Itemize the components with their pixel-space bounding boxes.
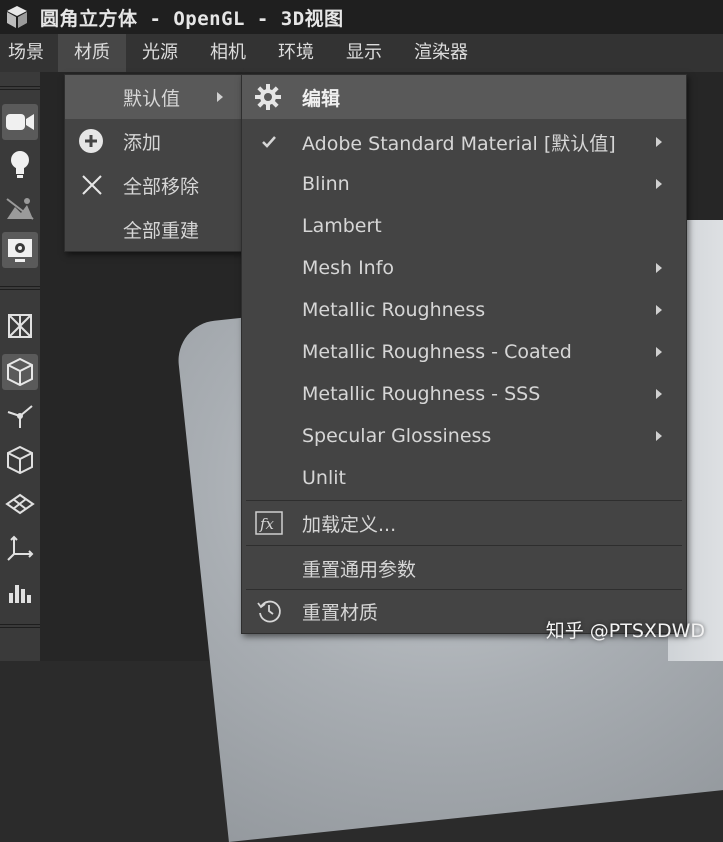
layers-icon[interactable]	[2, 486, 38, 522]
menu-item-blinn[interactable]: Blinn	[242, 163, 686, 205]
mesh-cube-icon[interactable]	[2, 442, 38, 478]
submenu-arrow-icon	[217, 92, 223, 102]
reset-icon	[254, 596, 284, 626]
menu-divider	[246, 545, 682, 546]
submenu-arrow-icon	[656, 179, 662, 189]
menu-item-label: 全部重建	[123, 219, 200, 242]
plus-circle-icon	[77, 127, 105, 155]
menu-item-rebuild-all[interactable]: 全部重建	[65, 207, 241, 251]
menu-camera[interactable]: 相机	[194, 34, 262, 72]
toolbar-separator	[0, 86, 40, 92]
object-cube-icon[interactable]	[2, 354, 38, 390]
menu-item-label: Metallic Roughness	[302, 299, 486, 321]
menu-item-label: Blinn	[302, 173, 350, 195]
menu-item-label: 编辑	[302, 87, 341, 110]
cube-app-icon	[7, 6, 27, 28]
menu-item-lambert[interactable]: Lambert	[242, 205, 686, 247]
menu-light[interactable]: 光源	[126, 34, 194, 72]
toolbar-separator	[0, 286, 40, 292]
menu-item-reset-common-params[interactable]: 重置通用参数	[242, 547, 686, 589]
menu-item-label: Adobe Standard Material [默认值]	[302, 132, 616, 155]
svg-text:fx: fx	[259, 515, 275, 533]
menu-item-load-definition[interactable]: fx 加载定义...	[242, 502, 686, 544]
menu-bar: 场景 材质 光源 相机 环境 显示 渲染器	[0, 34, 723, 72]
submenu-arrow-icon	[656, 431, 662, 441]
watermark: 知乎 @PTSXDWD	[545, 620, 705, 642]
title-bar: 圆角立方体 - OpenGL - 3D视图	[0, 0, 723, 34]
checkmark-icon	[260, 133, 278, 151]
submenu-arrow-icon	[656, 389, 662, 399]
menu-item-label: Unlit	[302, 467, 346, 489]
submenu-arrow-icon	[656, 347, 662, 357]
left-toolbar	[0, 72, 40, 661]
menu-item-label: Metallic Roughness - SSS	[302, 383, 541, 405]
menu-environment[interactable]: 环境	[262, 34, 330, 72]
submenu-arrow-icon	[656, 305, 662, 315]
menu-item-label: Mesh Info	[302, 257, 395, 279]
menu-item-label: 全部移除	[123, 175, 200, 198]
menu-item-label: 重置通用参数	[302, 558, 417, 581]
menu-divider	[246, 500, 682, 501]
window-title: 圆角立方体 - OpenGL - 3D视图	[40, 7, 344, 30]
menu-material[interactable]: 材质	[58, 34, 126, 72]
menu-item-label: 重置材质	[302, 601, 379, 624]
menu-item-label: 添加	[123, 131, 162, 154]
menu-item-label: Lambert	[302, 215, 382, 237]
menu-item-label: Metallic Roughness - Coated	[302, 341, 572, 363]
submenu-arrow-icon	[656, 137, 662, 147]
environment-light-icon[interactable]	[2, 190, 38, 226]
menu-item-metallic-roughness-coated[interactable]: Metallic Roughness - Coated	[242, 331, 686, 373]
menu-item-add[interactable]: 添加	[65, 119, 241, 163]
render-settings-icon[interactable]	[2, 232, 38, 268]
toolbar-separator	[0, 624, 40, 630]
statistics-chart-icon[interactable]	[2, 574, 38, 610]
menu-scene[interactable]: 场景	[0, 34, 58, 72]
menu-item-remove-all[interactable]: 全部移除	[65, 163, 241, 207]
light-bulb-icon[interactable]	[2, 146, 38, 182]
menu-item-label: 默认值	[123, 87, 181, 110]
close-icon	[79, 172, 105, 198]
camera-tool-icon[interactable]	[2, 104, 38, 140]
menu-renderer[interactable]: 渲染器	[398, 34, 484, 72]
menu-item-default[interactable]: 默认值	[65, 75, 241, 119]
wireframe-view-icon[interactable]	[2, 308, 38, 344]
material-dropdown-menu: 默认值 添加 全部移除 全部重建	[64, 74, 242, 252]
menu-display[interactable]: 显示	[330, 34, 398, 72]
default-material-submenu: 编辑 Adobe Standard Material [默认值] Blinn L…	[241, 74, 687, 634]
transform-pivot-icon[interactable]	[2, 398, 38, 434]
menu-item-metallic-roughness[interactable]: Metallic Roughness	[242, 289, 686, 331]
menu-item-label: 加载定义...	[302, 513, 397, 536]
menu-item-specular-glossiness[interactable]: Specular Glossiness	[242, 415, 686, 457]
fx-icon: fx	[254, 510, 284, 536]
axes-icon[interactable]	[2, 530, 38, 566]
menu-item-adobe-standard[interactable]: Adobe Standard Material [默认值]	[242, 121, 686, 163]
menu-item-label: Specular Glossiness	[302, 425, 492, 447]
menu-item-edit[interactable]: 编辑	[242, 75, 686, 119]
submenu-arrow-icon	[656, 263, 662, 273]
menu-item-unlit[interactable]: Unlit	[242, 457, 686, 499]
menu-item-metallic-roughness-sss[interactable]: Metallic Roughness - SSS	[242, 373, 686, 415]
gear-icon	[252, 81, 284, 113]
menu-item-mesh-info[interactable]: Mesh Info	[242, 247, 686, 289]
